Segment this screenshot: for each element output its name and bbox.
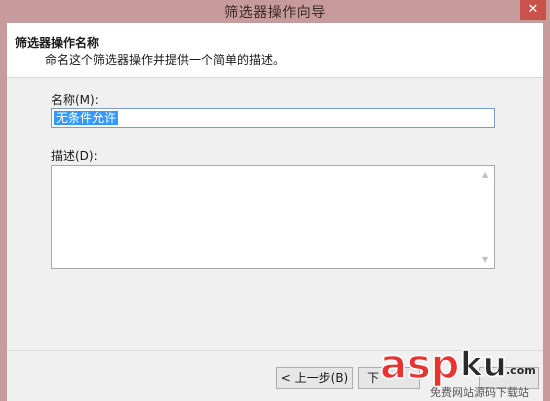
page-subtitle: 命名这个筛选器操作并提供一个简单的描述。 (45, 53, 286, 67)
close-icon: ✕ (527, 2, 539, 17)
name-value: 无条件允许 (54, 111, 119, 125)
back-button[interactable]: < 上一步(B) (276, 367, 353, 389)
window-title: 筛选器操作向导 (224, 5, 326, 21)
name-field[interactable]: 无条件允许 (51, 108, 495, 128)
page-title: 筛选器操作名称 (15, 36, 100, 50)
wizard-header: 筛选器操作名称 命名这个筛选器操作并提供一个简单的描述。 (7, 23, 543, 78)
back-button-label: < 上一步(B) (280, 371, 349, 385)
aspku-watermark-logo: asp ku .com 免费网站源码下载站 (379, 341, 536, 399)
scroll-down-icon[interactable]: ▼ (482, 255, 488, 264)
name-label: 名称(M): (51, 93, 99, 107)
svg-text:asp: asp (380, 342, 459, 388)
close-button[interactable]: ✕ (520, 0, 546, 20)
title-bar: 筛选器操作向导 ✕ (0, 0, 550, 23)
svg-text:ku: ku (460, 345, 507, 385)
description-scrollbar[interactable]: ▲ ▼ (480, 166, 494, 268)
svg-text:免费网站源码下载站: 免费网站源码下载站 (430, 385, 529, 399)
description-label: 描述(D): (51, 149, 98, 163)
scroll-up-icon[interactable]: ▲ (482, 170, 488, 179)
description-field[interactable]: ▲ ▼ (51, 165, 495, 269)
svg-text:.com: .com (506, 364, 536, 377)
